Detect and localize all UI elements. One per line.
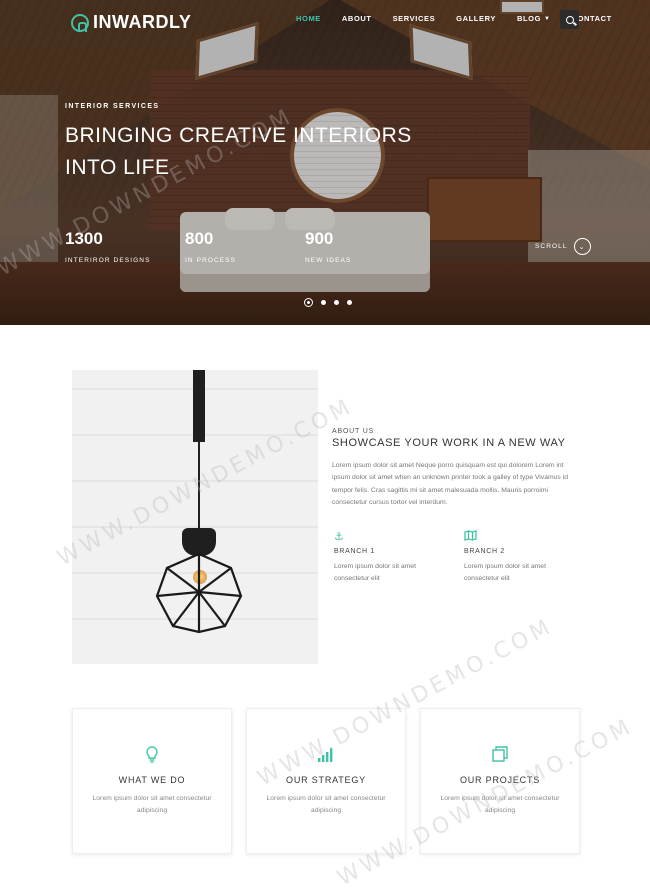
map-icon <box>464 530 574 544</box>
about-title: SHOWCASE YOUR WORK IN A NEW WAY <box>332 437 566 449</box>
hero-title: BRINGING CREATIVE INTERIORS INTO LIFE <box>65 120 425 184</box>
branch-title: BRANCH 1 <box>334 548 375 555</box>
slider-dot-3[interactable] <box>334 300 339 305</box>
lamp-cord <box>198 442 200 532</box>
stat-value: 900 <box>305 229 334 248</box>
branch-2: BRANCH 2 Lorem ipsum dolor sit amet cons… <box>464 530 574 586</box>
arrow-down-icon: ⌄ <box>573 238 591 255</box>
nav-item-services[interactable]: SERVICES <box>393 14 436 23</box>
nav-item-gallery[interactable]: GALLERY <box>456 14 496 23</box>
stat-designs: 1300 INTERIROR DESIGNS <box>65 229 151 264</box>
feature-card-what-we-do[interactable]: WHAT WE DO Lorem ipsum dolor sit amet co… <box>72 708 232 854</box>
card-text: Lorem ipsum dolor sit amet consectetur a… <box>266 795 386 815</box>
brand-logo[interactable]: INWARDLY <box>71 12 191 33</box>
nav-item-home[interactable]: HOME <box>296 14 321 23</box>
card-title: OUR STRATEGY <box>286 775 366 785</box>
branch-1: ⚓ BRANCH 1 Lorem ipsum dolor sit amet co… <box>334 530 444 586</box>
search-button[interactable] <box>560 10 579 29</box>
stat-in-process: 800 IN PROCESS <box>185 229 236 264</box>
slider-dot-2[interactable] <box>321 300 326 305</box>
anchor-icon: ⚓ <box>334 531 344 543</box>
nav-item-blog[interactable]: BLOG ▼ <box>517 14 551 23</box>
hero-subtitle: INTERIOR SERVICES <box>65 103 160 110</box>
feature-card-our-strategy[interactable]: OUR STRATEGY Lorem ipsum dolor sit amet … <box>246 708 406 854</box>
lightbulb-icon <box>143 745 161 763</box>
main-menu: HOME ABOUT SERVICES GALLERY BLOG ▼ CONTAC… <box>296 14 633 23</box>
about-text: Lorem ipsum dolor sit amet Neque porro q… <box>332 462 569 506</box>
card-text: Lorem ipsum dolor sit amet consectetur a… <box>92 795 212 815</box>
stat-value: 800 <box>185 229 214 248</box>
hero-section: INWARDLY HOME ABOUT SERVICES GALLERY BLO… <box>0 0 650 325</box>
scroll-down-button[interactable]: SCROLL ⌄ <box>535 238 591 255</box>
search-icon <box>565 15 574 24</box>
stat-value: 1300 <box>65 229 103 248</box>
bar-chart-icon <box>317 745 335 763</box>
lamp-cord-cover <box>193 370 205 442</box>
feature-card-our-projects[interactable]: OUR PROJECTS Lorem ipsum dolor sit amet … <box>420 708 580 854</box>
brand-name: INWARDLY <box>93 12 192 32</box>
chevron-down-icon: ▼ <box>544 15 551 22</box>
stat-label: NEW IDEAS <box>305 257 352 264</box>
branch-text: Lorem ipsum dolor sit amet consectetur e… <box>464 563 546 583</box>
branch-title: BRANCH 2 <box>464 548 505 555</box>
hero-title-line-1: BRINGING CREATIVE INTERIORS <box>65 124 412 147</box>
slider-dot-4[interactable] <box>347 300 352 305</box>
scroll-label: SCROLL <box>535 243 568 250</box>
top-nav: INWARDLY HOME ABOUT SERVICES GALLERY BLO… <box>0 0 650 40</box>
copy-icon <box>491 745 509 763</box>
stat-label: INTERIROR DESIGNS <box>65 257 151 264</box>
nav-item-about[interactable]: ABOUT <box>342 14 372 23</box>
lamp-cage <box>155 552 243 634</box>
logo-icon <box>71 13 89 32</box>
stat-new-ideas: 900 NEW IDEAS <box>305 229 351 264</box>
slider-dots <box>304 298 360 307</box>
card-title: OUR PROJECTS <box>459 775 541 785</box>
stat-label: IN PROCESS <box>185 257 237 264</box>
about-subtitle: ABOUT US <box>332 428 375 435</box>
nav-item-blog-label: BLOG <box>516 14 542 23</box>
card-text: Lorem ipsum dolor sit amet consectetur a… <box>440 795 560 815</box>
hero-title-line-2: INTO LIFE <box>65 156 170 179</box>
about-image <box>72 370 318 664</box>
card-title: WHAT WE DO <box>118 775 186 785</box>
branch-text: Lorem ipsum dolor sit amet consectetur e… <box>334 563 416 583</box>
slider-dot-1[interactable] <box>304 298 313 307</box>
